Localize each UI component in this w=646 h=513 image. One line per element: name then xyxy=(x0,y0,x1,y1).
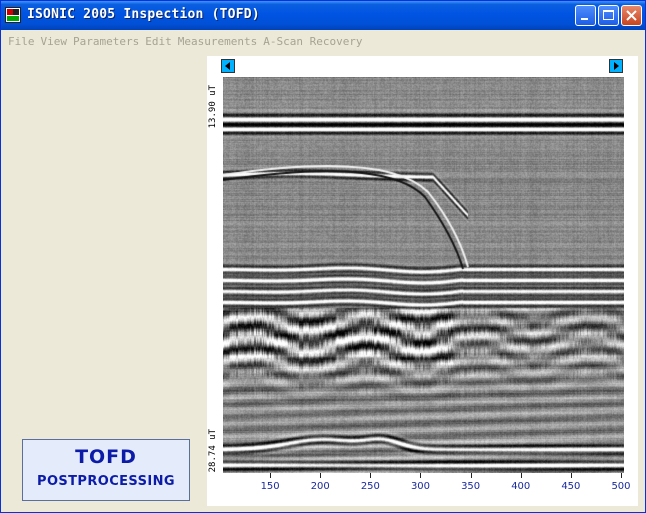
close-icon xyxy=(626,10,637,21)
menu-view[interactable]: View xyxy=(38,33,71,53)
menu-bar: File View Parameters Edit Measurements A… xyxy=(5,33,366,53)
menu-edit[interactable]: Edit xyxy=(142,33,175,53)
title-bar[interactable]: ISONIC 2005 Inspection (TOFD) xyxy=(1,1,645,30)
depth-top-label: 13.90 uT xyxy=(208,85,218,129)
close-button[interactable] xyxy=(621,5,642,26)
x-tick xyxy=(320,473,322,478)
minimize-icon xyxy=(581,18,588,20)
arrow-right-icon xyxy=(614,62,619,70)
x-tick-label: 200 xyxy=(310,481,330,492)
x-tick xyxy=(420,473,422,478)
scroll-left-button[interactable] xyxy=(221,59,235,73)
x-tick xyxy=(620,473,622,478)
x-tick-label: 350 xyxy=(461,481,481,492)
maximize-button[interactable] xyxy=(598,5,619,26)
menu-file[interactable]: File xyxy=(5,33,38,53)
main-window: ISONIC 2005 Inspection (TOFD) File View … xyxy=(0,0,646,513)
x-tick xyxy=(520,473,522,478)
menu-ascan-recovery[interactable]: A-Scan Recovery xyxy=(260,33,365,53)
tofd-logo: TOFD POSTPROCESSING xyxy=(22,439,190,501)
x-tick xyxy=(370,473,372,478)
x-tick-label: 400 xyxy=(511,481,531,492)
scroll-right-button[interactable] xyxy=(609,59,623,73)
logo-subtitle: POSTPROCESSING xyxy=(37,474,175,489)
arrow-left-icon xyxy=(225,62,230,70)
x-tick xyxy=(470,473,472,478)
minimize-button[interactable] xyxy=(575,5,596,26)
x-tick-label: 300 xyxy=(410,481,431,492)
app-icon[interactable] xyxy=(5,7,21,23)
x-tick-label: 250 xyxy=(360,481,380,492)
x-tick xyxy=(270,473,272,478)
x-tick-label: 500 xyxy=(611,481,631,492)
window-title: ISONIC 2005 Inspection (TOFD) xyxy=(27,7,260,22)
depth-bottom-label: 28.74 uT xyxy=(208,429,218,473)
menu-measurements[interactable]: Measurements xyxy=(175,33,260,53)
x-axis: 150 200 250 300 350 400 450 500 xyxy=(223,473,631,497)
x-tick xyxy=(570,473,572,478)
logo-title: TOFD xyxy=(75,446,137,468)
tofd-bscan-image[interactable] xyxy=(223,77,624,473)
menu-parameters[interactable]: Parameters xyxy=(70,33,142,53)
x-tick-label: 150 xyxy=(260,481,280,492)
x-tick-label: 450 xyxy=(561,481,581,492)
maximize-icon xyxy=(603,10,614,20)
